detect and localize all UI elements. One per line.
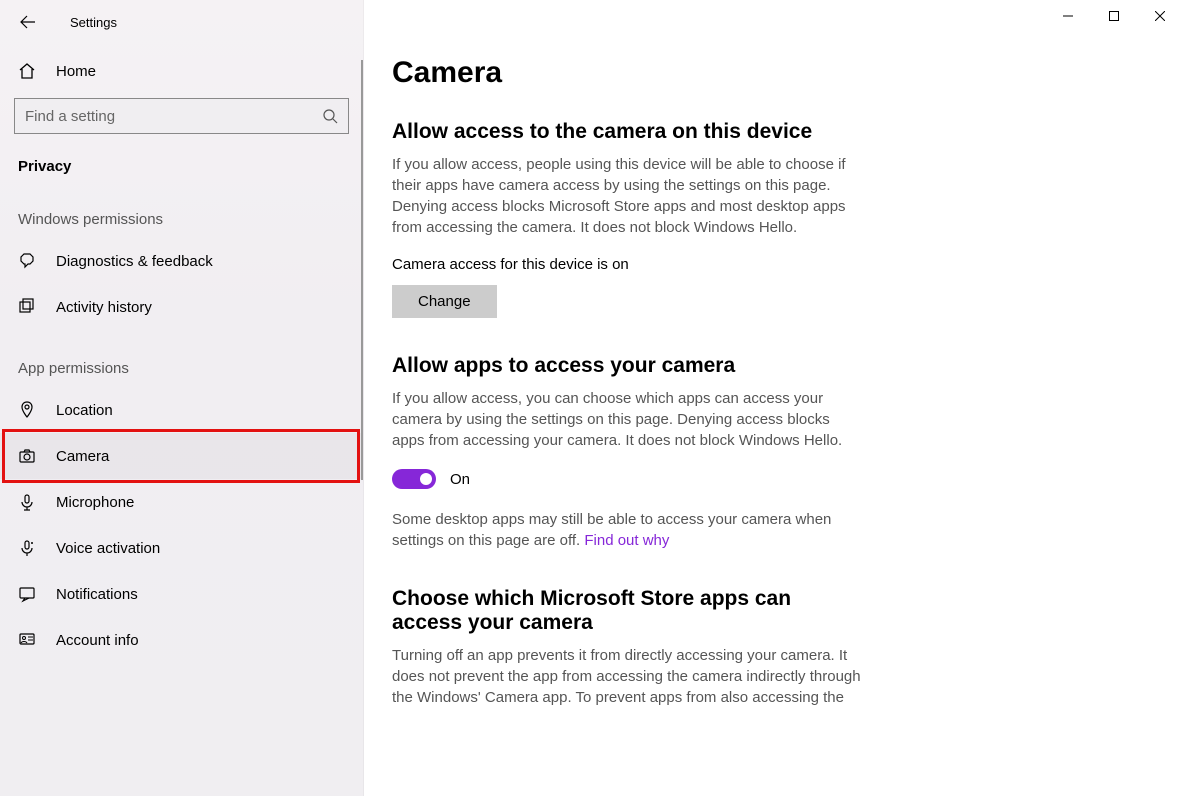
sidebar: Settings Home Privacy Windows permission… [0, 0, 364, 796]
window-title: Settings [70, 15, 117, 30]
page-title: Camera [392, 56, 864, 90]
main-panel: Camera Allow access to the camera on thi… [364, 0, 1183, 796]
notifications-icon [18, 585, 36, 603]
sidebar-scrollbar[interactable] [361, 60, 363, 480]
back-arrow-icon [20, 14, 36, 30]
nav-voice[interactable]: Voice activation [0, 525, 363, 571]
home-label: Home [56, 63, 96, 80]
group-windows-permissions: Windows permissions [0, 181, 363, 238]
toggle-row: On [392, 469, 864, 489]
nav-label: Notifications [56, 586, 138, 603]
home-nav[interactable]: Home [0, 44, 363, 98]
feedback-icon [18, 252, 36, 270]
location-icon [18, 401, 36, 419]
nav-label: Account info [56, 632, 139, 649]
titlebar: Settings [0, 0, 363, 44]
nav-label: Camera [56, 448, 109, 465]
voice-icon [18, 539, 36, 557]
section-heading-store-apps: Choose which Microsoft Store apps can ac… [392, 587, 864, 635]
history-icon [18, 298, 36, 316]
toggle-label: On [450, 471, 470, 488]
search-icon [322, 108, 338, 124]
desktop-apps-note: Some desktop apps may still be able to a… [392, 509, 864, 551]
search-input[interactable] [25, 108, 322, 125]
minimize-icon [1063, 11, 1073, 21]
nav-label: Activity history [56, 299, 152, 316]
nav-label: Microphone [56, 494, 134, 511]
camera-icon [18, 447, 36, 465]
content: Camera Allow access to the camera on thi… [364, 0, 904, 708]
app-access-toggle[interactable] [392, 469, 436, 489]
nav-label: Voice activation [56, 540, 160, 557]
nav-label: Location [56, 402, 113, 419]
section-desc: If you allow access, people using this d… [392, 154, 864, 238]
nav-account[interactable]: Account info [0, 617, 363, 663]
maximize-button[interactable] [1091, 0, 1137, 32]
minimize-button[interactable] [1045, 0, 1091, 32]
nav-label: Diagnostics & feedback [56, 253, 213, 270]
section-heading-app-access: Allow apps to access your camera [392, 354, 864, 378]
account-icon [18, 631, 36, 649]
maximize-icon [1109, 11, 1119, 21]
section-heading-device-access: Allow access to the camera on this devic… [392, 120, 864, 144]
device-access-status: Camera access for this device is on [392, 256, 864, 273]
home-icon [18, 62, 36, 80]
microphone-icon [18, 493, 36, 511]
close-button[interactable] [1137, 0, 1183, 32]
nav-location[interactable]: Location [0, 387, 363, 433]
close-icon [1155, 11, 1165, 21]
group-app-permissions: App permissions [0, 330, 363, 387]
change-button[interactable]: Change [392, 285, 497, 318]
nav-diagnostics[interactable]: Diagnostics & feedback [0, 238, 363, 284]
section-heading-privacy: Privacy [0, 134, 363, 181]
find-out-why-link[interactable]: Find out why [584, 532, 669, 549]
section-desc: If you allow access, you can choose whic… [392, 388, 864, 451]
nav-activity[interactable]: Activity history [0, 284, 363, 330]
section-desc: Turning off an app prevents it from dire… [392, 645, 864, 708]
search-box[interactable] [14, 98, 349, 134]
window-controls [1045, 0, 1183, 32]
back-button[interactable] [18, 12, 38, 32]
toggle-knob [420, 473, 432, 485]
nav-camera[interactable]: Camera [0, 433, 363, 479]
nav-notifications[interactable]: Notifications [0, 571, 363, 617]
search-wrap [0, 98, 363, 134]
nav-microphone[interactable]: Microphone [0, 479, 363, 525]
